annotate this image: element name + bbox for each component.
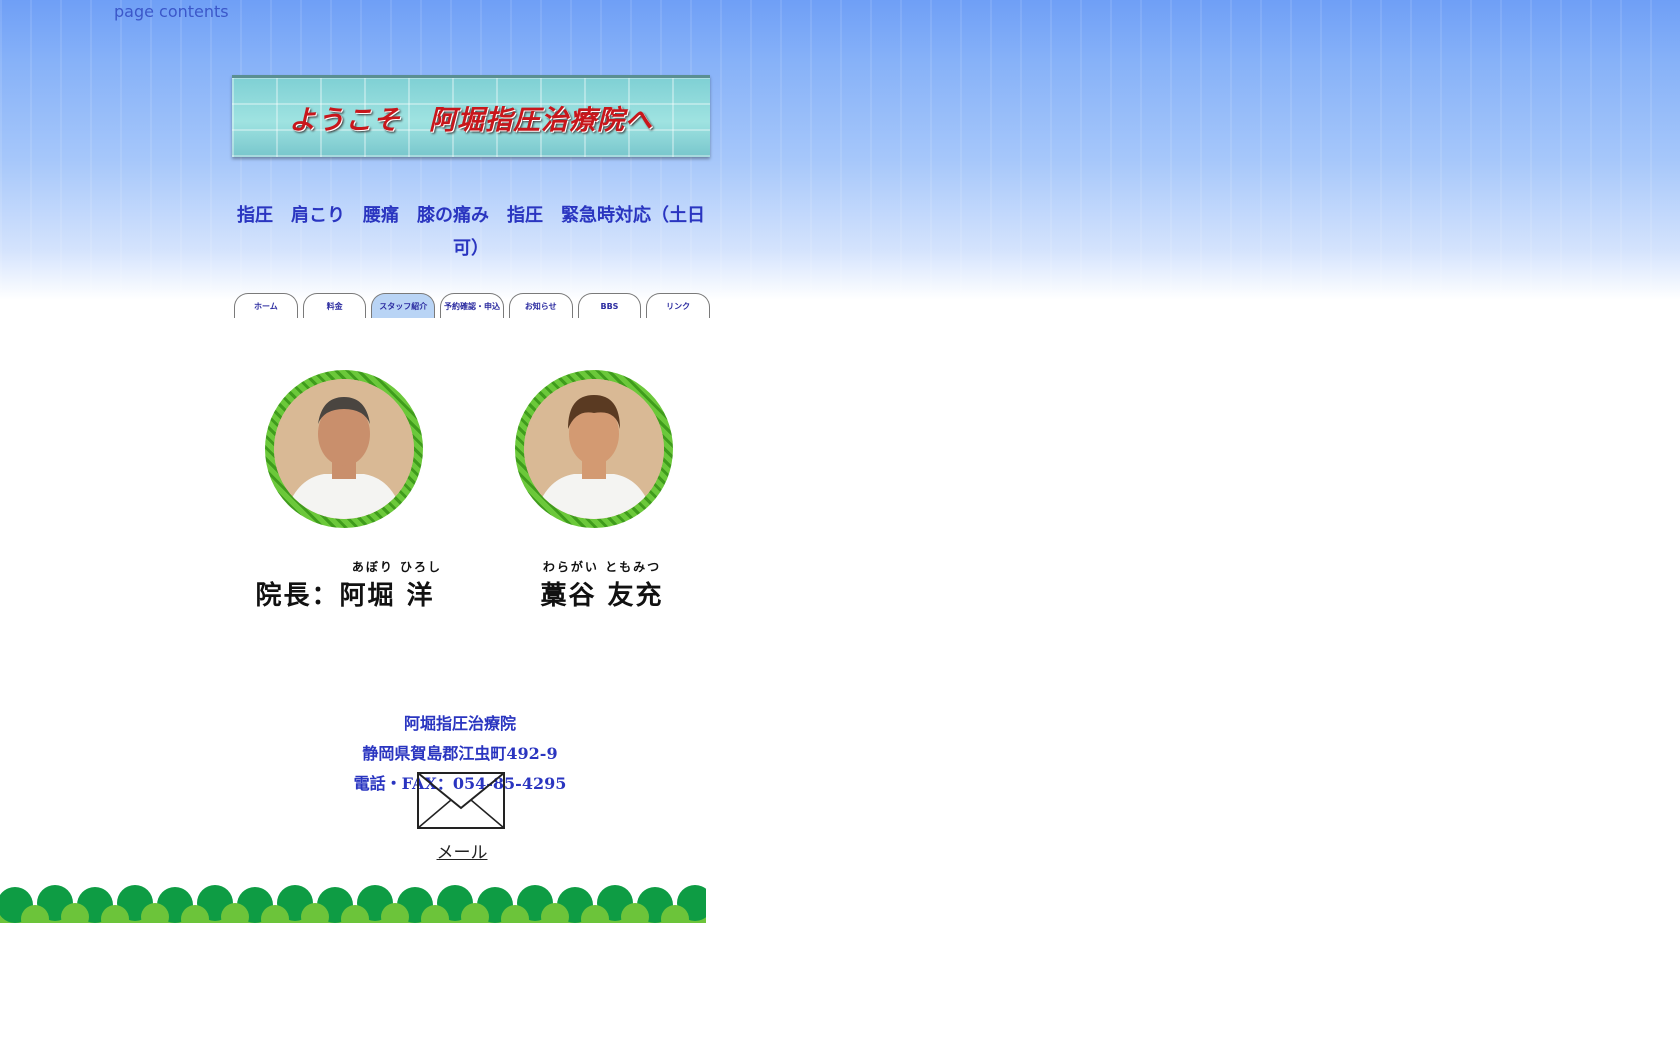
skip-to-content-link[interactable]: page contents	[114, 2, 229, 21]
tab-pricing[interactable]: 料金	[302, 293, 367, 318]
director-name: 院長：阿堀 洋	[255, 581, 435, 611]
director-card: あぼり ひろし 院長：阿堀 洋	[248, 558, 442, 612]
tab-home[interactable]: ホーム	[234, 293, 298, 318]
tab-links[interactable]: リンク	[646, 293, 711, 318]
banner-title: ようこそ 阿堀指圧治療院へ	[289, 105, 653, 136]
tab-bbs[interactable]: BBS	[577, 293, 642, 318]
staff-name: 藁谷 友充	[540, 581, 664, 611]
envelope-icon[interactable]	[417, 772, 505, 829]
clinic-name: 阿堀指圧治療院	[403, 714, 516, 733]
staff-portrait	[515, 370, 673, 528]
director-portrait	[265, 370, 423, 528]
hedge-decoration	[0, 885, 706, 923]
welcome-banner: ようこそ 阿堀指圧治療院へ	[232, 75, 710, 157]
mail-link[interactable]: メール	[430, 838, 494, 863]
staff-card: わらがい ともみつ 藁谷 友充	[532, 558, 672, 612]
tab-staff[interactable]: スタッフ紹介	[371, 293, 436, 318]
staff-photo	[524, 379, 664, 519]
tab-news[interactable]: お知らせ	[508, 293, 573, 318]
director-furigana: あぼり ひろし	[351, 560, 442, 574]
tab-reservation[interactable]: 予約確認・申込	[440, 293, 504, 318]
services-tagline: 指圧 肩こり 腰痛 膝の痛み 指圧 緊急時対応（土日可）	[237, 205, 705, 259]
main-nav-tabs: ホーム 料金 スタッフ紹介 予約確認・申込 お知らせ BBS リンク	[234, 293, 711, 318]
staff-furigana: わらがい ともみつ	[542, 560, 662, 574]
clinic-address: 静岡県賀島郡江虫町492-9	[362, 744, 558, 763]
director-photo	[274, 379, 414, 519]
